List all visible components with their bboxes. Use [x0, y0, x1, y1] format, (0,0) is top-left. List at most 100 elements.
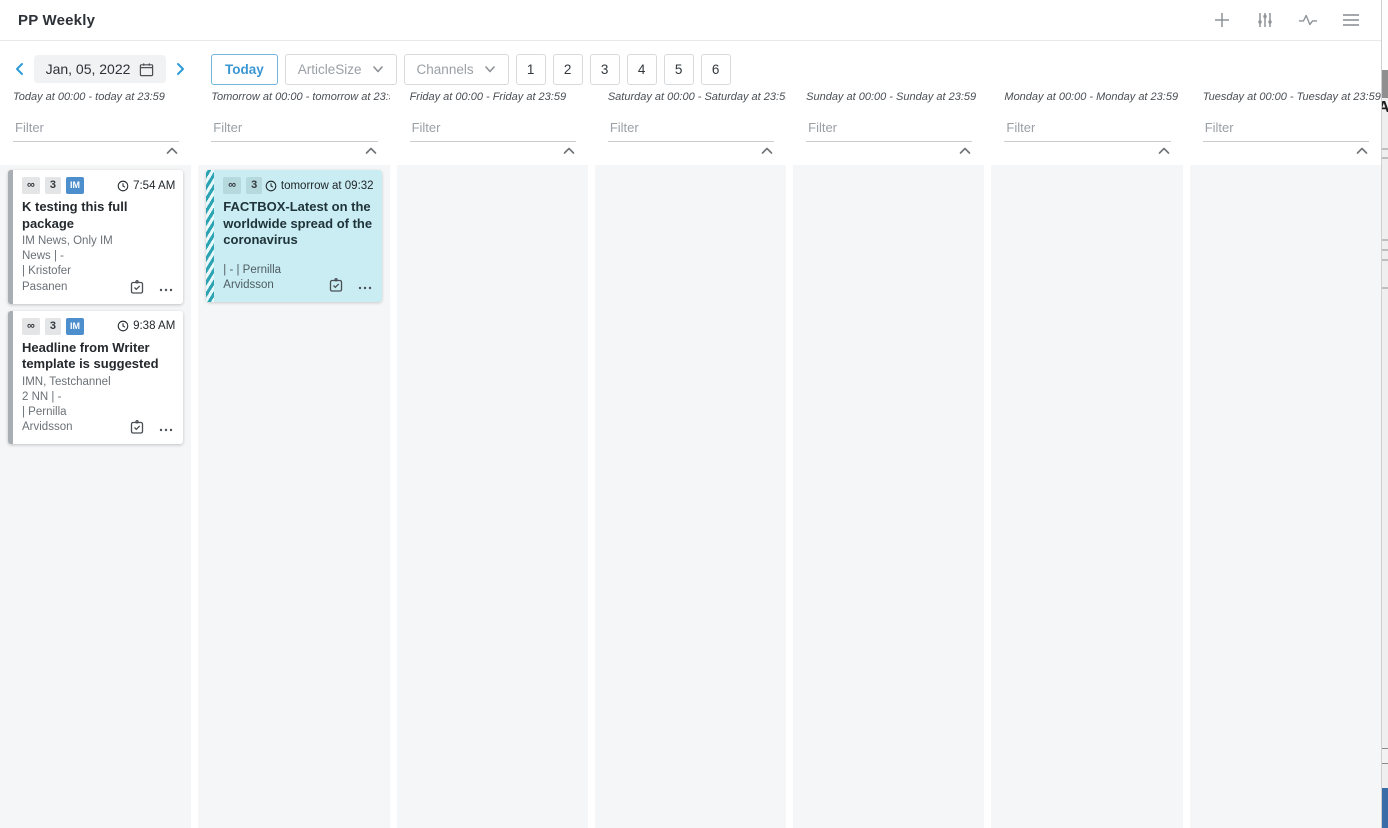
planning-card[interactable]: ∞3 tomorrow at 09:32 FACTBOX-Latest on t… [206, 170, 381, 302]
day-column-5: Monday at 00:00 - Monday at 23:59 [991, 88, 1182, 828]
card-time: 9:38 AM [117, 320, 175, 332]
count-badge: ∞ [22, 318, 40, 335]
collapse-row [0, 142, 191, 158]
count-badge: 3 [45, 177, 61, 194]
count-badge: ∞ [223, 177, 241, 194]
column-filter-input[interactable] [608, 117, 774, 142]
size-button-5[interactable]: 5 [664, 54, 694, 85]
more-options-button[interactable] [158, 279, 174, 295]
column-card-list: ∞ 3 IM 7:54 AM K testing this full package… [0, 165, 191, 828]
next-day-button[interactable] [172, 61, 188, 77]
chevron-up-icon[interactable] [1355, 144, 1369, 158]
collapse-row [793, 142, 984, 158]
size-button-4[interactable]: 4 [627, 54, 657, 85]
chevron-up-icon[interactable] [165, 144, 179, 158]
column-filter [595, 103, 786, 142]
task-check-button[interactable] [129, 419, 145, 435]
more-options-button[interactable] [357, 277, 373, 293]
size-button-6[interactable]: 6 [701, 54, 731, 85]
column-filter-input[interactable] [806, 117, 972, 142]
day-columns: Today at 00:00 - today at 23:59 ∞ 3 IM 7:5… [0, 88, 1381, 828]
menu-icon[interactable] [1341, 10, 1361, 30]
chevron-up-icon[interactable] [364, 144, 378, 158]
task-check-button[interactable] [328, 277, 344, 293]
clock-icon [117, 320, 129, 332]
card-meta-line: | Kristofer Pasanen [22, 264, 117, 294]
previous-day-button[interactable] [12, 61, 28, 77]
chevron-down-icon [484, 63, 496, 75]
card-title: K testing this full package [22, 199, 175, 232]
collapse-row [397, 142, 588, 158]
date-picker-button[interactable]: Jan, 05, 2022 [34, 55, 167, 83]
more-options-button[interactable] [158, 419, 174, 435]
activity-icon[interactable] [1298, 10, 1318, 30]
app-title: PP Weekly [18, 12, 95, 29]
date-navigator: Jan, 05, 2022 [0, 55, 198, 83]
column-filter-input[interactable] [410, 117, 576, 142]
column-card-list [793, 165, 984, 828]
column-filter-input[interactable] [1004, 117, 1170, 142]
planning-card[interactable]: ∞ 3 IM 7:54 AM K testing this full package… [8, 170, 183, 304]
chevron-up-icon[interactable] [958, 144, 972, 158]
card-title: Headline from Writer template is suggest… [22, 340, 175, 373]
today-button[interactable]: Today [211, 54, 278, 85]
column-filter [793, 103, 984, 142]
count-badge: ∞ [22, 177, 40, 194]
column-card-list [1190, 165, 1381, 828]
chevron-up-icon[interactable] [562, 144, 576, 158]
day-column-1: Tomorrow at 00:00 - tomorrow at 23:59 ∞3… [198, 88, 389, 828]
column-time-range-header: Saturday at 00:00 - Saturday at 23:59 [595, 88, 786, 103]
clipped-edge-strip [1382, 788, 1388, 828]
card-meta-line: IM News, Only IM News | - [22, 234, 117, 264]
card-time-label: tomorrow at 09:32 [281, 180, 374, 192]
article-size-dropdown[interactable]: ArticleSize [285, 54, 397, 85]
column-card-list [397, 165, 588, 828]
clipped-window-edge: A [1381, 0, 1388, 828]
count-badge: 3 [45, 318, 61, 335]
add-icon[interactable] [1212, 10, 1232, 30]
column-time-range-header: Tomorrow at 00:00 - tomorrow at 23:59 [198, 88, 389, 103]
collapse-row [1190, 142, 1381, 158]
card-title: FACTBOX-Latest on the worldwide spread o… [223, 199, 373, 249]
card-time-label: 7:54 AM [133, 180, 175, 192]
column-time-range-header: Today at 00:00 - today at 23:59 [0, 88, 191, 103]
card-actions [328, 277, 373, 293]
card-header-row: ∞ 3 IM 7:54 AM [22, 177, 175, 194]
day-column-6: Tuesday at 00:00 - Tuesday at 23:59 [1190, 88, 1381, 828]
clipped-edge-text: A [1381, 99, 1388, 117]
column-filter [397, 103, 588, 142]
pp-weekly-app: PP Weekly Jan, 05, 2022 Today ArticleSiz… [0, 0, 1381, 828]
column-filter [198, 103, 389, 142]
column-filter-input[interactable] [13, 117, 179, 142]
column-filter [0, 103, 191, 142]
chevron-down-icon [372, 63, 384, 75]
task-check-button[interactable] [129, 279, 145, 295]
current-date-label: Jan, 05, 2022 [46, 61, 131, 77]
column-filter-input[interactable] [1203, 117, 1369, 142]
channels-dropdown[interactable]: Channels [404, 54, 509, 85]
card-actions [129, 419, 174, 435]
toolbar-buttons: Today ArticleSize Channels 123456 [211, 54, 731, 85]
planning-card[interactable]: ∞3IM 9:38 AM Headline from Writer templa… [8, 311, 183, 445]
size-button-1[interactable]: 1 [516, 54, 546, 85]
card-actions [129, 279, 174, 295]
column-time-range-header: Friday at 00:00 - Friday at 23:59 [397, 88, 588, 103]
card-header-row: ∞3IM 9:38 AM [22, 318, 175, 335]
article-size-button-group: 123456 [516, 54, 731, 85]
column-filter [991, 103, 1182, 142]
chevron-up-icon[interactable] [1157, 144, 1171, 158]
size-button-3[interactable]: 3 [590, 54, 620, 85]
collapse-row [198, 142, 389, 158]
column-filter-input[interactable] [211, 117, 377, 142]
top-bar: PP Weekly [0, 0, 1381, 41]
card-time-label: 9:38 AM [133, 320, 175, 332]
collapse-row [991, 142, 1182, 158]
channels-label: Channels [417, 62, 474, 77]
filter-sliders-icon[interactable] [1255, 10, 1275, 30]
chevron-up-icon[interactable] [760, 144, 774, 158]
day-column-0: Today at 00:00 - today at 23:59 ∞ 3 IM 7:5… [0, 88, 191, 828]
column-time-range-header: Monday at 00:00 - Monday at 23:59 [991, 88, 1182, 103]
card-meta-line: | - | Pernilla Arvidsson [223, 263, 315, 293]
size-button-2[interactable]: 2 [553, 54, 583, 85]
channel-badge: IM [66, 177, 84, 194]
